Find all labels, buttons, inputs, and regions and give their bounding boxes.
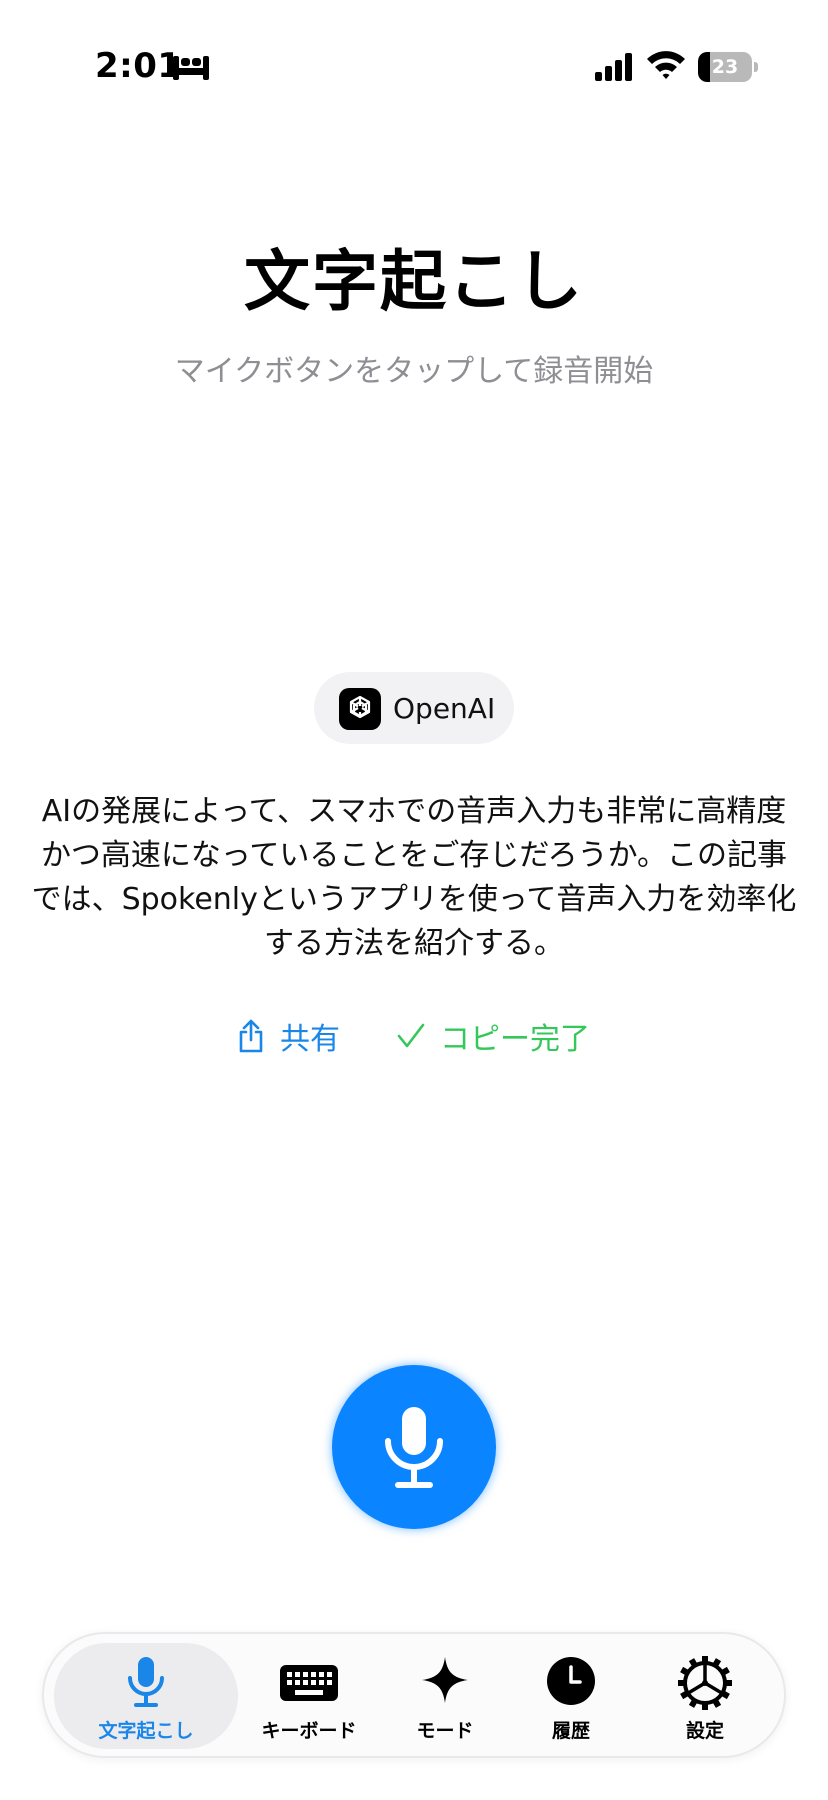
tab-label: キーボード [261,1720,357,1742]
bed-icon [173,56,209,80]
tab-label: 履歴 [551,1720,590,1742]
mic-icon [128,1657,164,1707]
page-title: 文字起こし [244,243,584,320]
wifi-icon [647,51,685,79]
provider-selector[interactable]: OpenAI [314,672,514,744]
tab-mode[interactable]: モード [380,1634,510,1756]
cellular-signal-icon [595,53,632,81]
gear-icon [678,1656,732,1710]
share-icon [239,1019,263,1053]
status-bar: 2:01 23 [0,0,828,130]
share-button[interactable]: 共有 [236,1014,340,1058]
tab-history[interactable]: 履歴 [506,1634,636,1756]
provider-name: OpenAI [393,692,496,725]
mic-icon [385,1407,443,1488]
tab-label: 文字起こし [98,1720,194,1742]
share-label: 共有 [280,1022,340,1057]
transcript-text: AIの発展によって、スマホでの音声入力も非常に高精度かつ高速になっていることをご… [31,794,797,961]
openai-logo-icon [339,688,381,730]
tab-transcribe[interactable]: 文字起こし [54,1634,238,1756]
checkmark-icon [397,1023,425,1048]
sparkle-icon [422,1657,468,1703]
tab-keyboard[interactable]: キーボード [234,1634,384,1756]
record-button[interactable] [332,1365,496,1529]
tab-label: 設定 [685,1720,724,1742]
clock-icon [547,1657,595,1705]
tab-settings[interactable]: 設定 [640,1634,770,1756]
tab-label: モード [416,1720,474,1742]
tab-bar: 文字起こし キーボード モード 履歴 設定 [42,1632,786,1758]
copy-status[interactable]: コピー完了 [396,1014,590,1058]
battery-indicator: 23 [698,52,758,82]
status-time: 2:01 [95,46,182,86]
keyboard-icon [280,1665,338,1701]
copy-label: コピー完了 [440,1022,590,1057]
page-subtitle: マイクボタンをタップして録音開始 [174,354,654,389]
battery-level: 23 [711,56,739,78]
